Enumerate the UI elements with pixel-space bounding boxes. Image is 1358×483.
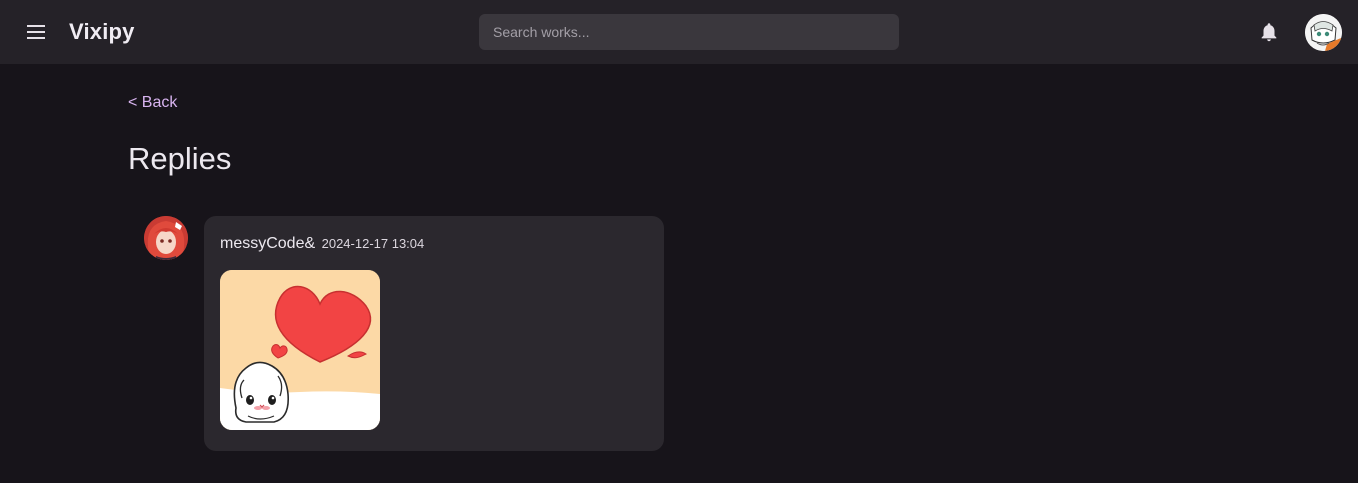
reply-card: messyCode& 2024-12-17 13:04: [204, 216, 664, 451]
reply-timestamp: 2024-12-17 13:04: [321, 236, 425, 251]
back-link[interactable]: < Back: [128, 94, 177, 112]
user-avatar[interactable]: [1305, 14, 1342, 51]
heart-sticker: [220, 270, 380, 430]
page-title: Replies: [128, 141, 232, 176]
menu-icon[interactable]: [24, 20, 48, 44]
reply-header: messyCode& 2024-12-17 13:04: [220, 235, 424, 253]
reply-user-avatar[interactable]: [144, 216, 188, 260]
app-title[interactable]: Vixipy: [69, 19, 135, 45]
bell-icon[interactable]: [1258, 21, 1280, 43]
search-input[interactable]: [479, 14, 899, 50]
top-app-bar: Vixipy: [0, 0, 1358, 64]
reply-username[interactable]: messyCode&: [220, 235, 315, 252]
